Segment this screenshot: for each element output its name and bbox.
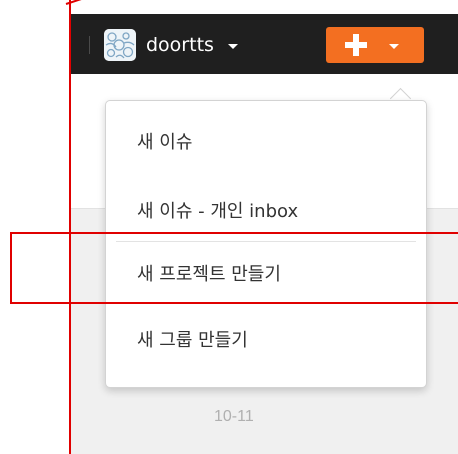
left-gutter <box>0 0 70 454</box>
date-label: 10-11 <box>214 408 254 425</box>
menu-item-label: 새 이슈 - 개인 inbox <box>137 201 299 222</box>
chevron-down-icon <box>389 44 399 49</box>
annotation-slash-line <box>65 0 105 5</box>
annotation-highlight-box <box>10 232 458 304</box>
avatar <box>104 29 136 61</box>
chevron-down-icon <box>227 43 238 49</box>
username-label: doortts <box>146 34 214 56</box>
top-navbar: doortts <box>70 14 458 74</box>
menu-item-new-issue[interactable]: 새 이슈 <box>106 113 426 169</box>
screenshot-page: doortts 10-11 새 이슈 새 이슈 - 개인 inbox 새 프로젝… <box>0 0 458 454</box>
menu-item-label: 새 이슈 <box>137 132 193 153</box>
user-menu-button[interactable]: doortts <box>104 27 238 63</box>
annotation-vertical-line <box>69 0 71 454</box>
menu-item-new-group[interactable]: 새 그룹 만들기 <box>106 311 426 367</box>
add-new-button[interactable] <box>326 27 424 63</box>
menu-item-label: 새 그룹 만들기 <box>137 330 248 351</box>
plus-icon <box>344 33 368 57</box>
nav-divider <box>89 36 90 54</box>
menu-item-new-issue-inbox[interactable]: 새 이슈 - 개인 inbox <box>106 182 426 238</box>
